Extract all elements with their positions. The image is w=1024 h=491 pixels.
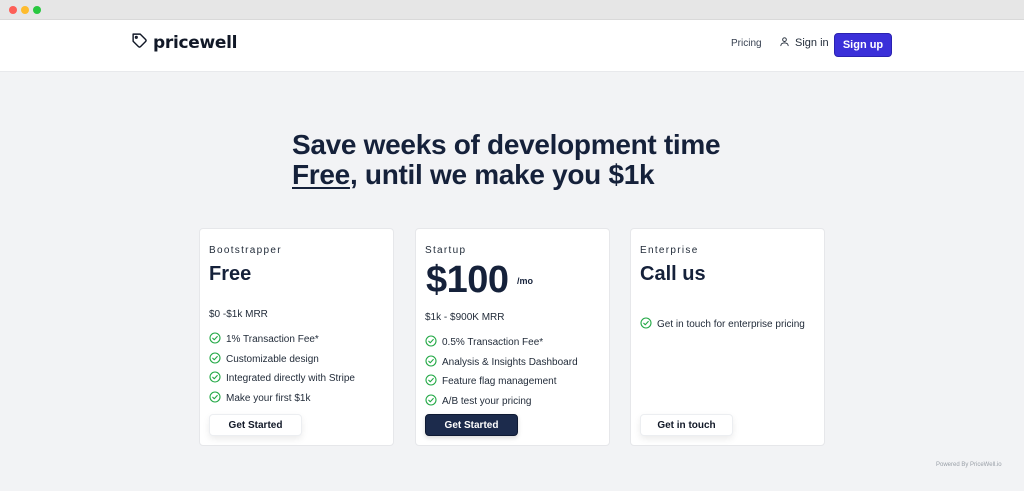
feature-label: A/B test your pricing — [442, 395, 532, 407]
plan-price-unit: /mo — [517, 276, 534, 286]
logo-text: pricewell — [153, 33, 238, 53]
check-circle-icon — [209, 332, 226, 347]
hero-line-2-rest: , until we make you $1k — [349, 159, 655, 190]
powered-by-footer[interactable]: Powered By PriceWell.io — [936, 462, 1002, 468]
feature-label: Feature flag management — [442, 376, 557, 388]
feature-item: Integrated directly with Stripe — [209, 369, 355, 389]
feature-item: Analysis & Insights Dashboard — [425, 353, 578, 373]
check-circle-icon — [640, 317, 657, 332]
feature-item: 0.5% Transaction Fee* — [425, 333, 578, 353]
plan-price: Call us — [640, 263, 706, 285]
feature-list: 1% Transaction Fee* Customizable design … — [209, 330, 355, 408]
maximize-window-button[interactable] — [33, 6, 41, 14]
check-circle-icon — [209, 371, 226, 386]
feature-label: Integrated directly with Stripe — [226, 373, 355, 385]
feature-item: Get in touch for enterprise pricing — [640, 315, 805, 335]
check-circle-icon — [209, 352, 226, 367]
feature-item: 1% Transaction Fee* — [209, 330, 355, 350]
feature-label: Make your first $1k — [226, 392, 311, 404]
check-circle-icon — [425, 355, 442, 370]
plan-name: Enterprise — [640, 245, 699, 256]
plan-name: Startup — [425, 245, 467, 256]
plan-card-startup: Startup $100 /mo $1k - $900K MRR 0.5% Tr… — [415, 228, 610, 446]
hero-line-2: Free, until we make you $1k — [292, 160, 720, 190]
site-header: pricewell Pricing Sign in Sign up — [0, 20, 1024, 72]
close-window-button[interactable] — [9, 6, 17, 14]
logo[interactable]: pricewell — [131, 32, 237, 54]
check-circle-icon — [425, 394, 442, 409]
get-started-button[interactable]: Get Started — [425, 414, 518, 436]
feature-item: Feature flag management — [425, 372, 578, 392]
plan-price: $100 — [426, 259, 509, 301]
feature-list: 0.5% Transaction Fee* Analysis & Insight… — [425, 333, 578, 411]
browser-chrome — [0, 0, 1024, 20]
plan-card-enterprise: Enterprise Call us Get in touch for ente… — [630, 228, 825, 446]
plan-name: Bootstrapper — [209, 245, 282, 256]
feature-item: Customizable design — [209, 350, 355, 370]
feature-label: 1% Transaction Fee* — [226, 334, 319, 346]
feature-label: Customizable design — [226, 353, 319, 365]
hero-free-emphasis: Free — [292, 159, 350, 190]
hero-line-1: Save weeks of development time — [292, 129, 721, 160]
sign-in-link[interactable]: Sign in — [779, 36, 829, 50]
feature-item: A/B test your pricing — [425, 392, 578, 412]
feature-label: Analysis & Insights Dashboard — [442, 356, 578, 368]
nav-pricing-link[interactable]: Pricing — [731, 38, 762, 49]
feature-label: 0.5% Transaction Fee* — [442, 337, 544, 349]
price-tag-icon — [131, 32, 153, 54]
feature-item: Make your first $1k — [209, 389, 355, 409]
user-icon — [779, 36, 795, 50]
get-in-touch-button[interactable]: Get in touch — [640, 414, 733, 436]
plan-price: Free — [209, 263, 252, 285]
check-circle-icon — [209, 391, 226, 406]
get-started-button[interactable]: Get Started — [209, 414, 302, 436]
plan-mrr: $1k - $900K MRR — [425, 312, 505, 323]
hero-heading: Save weeks of development time Free, unt… — [292, 129, 721, 190]
check-circle-icon — [425, 374, 442, 389]
feature-label: Get in touch for enterprise pricing — [657, 319, 805, 331]
sign-up-button[interactable]: Sign up — [834, 33, 892, 57]
plan-card-bootstrapper: Bootstrapper Free $0 -$1k MRR 1% Transac… — [199, 228, 394, 446]
sign-in-label: Sign in — [795, 37, 829, 49]
plan-mrr: $0 -$1k MRR — [209, 309, 268, 320]
check-circle-icon — [425, 335, 442, 350]
minimize-window-button[interactable] — [21, 6, 29, 14]
feature-list: Get in touch for enterprise pricing — [640, 315, 805, 335]
